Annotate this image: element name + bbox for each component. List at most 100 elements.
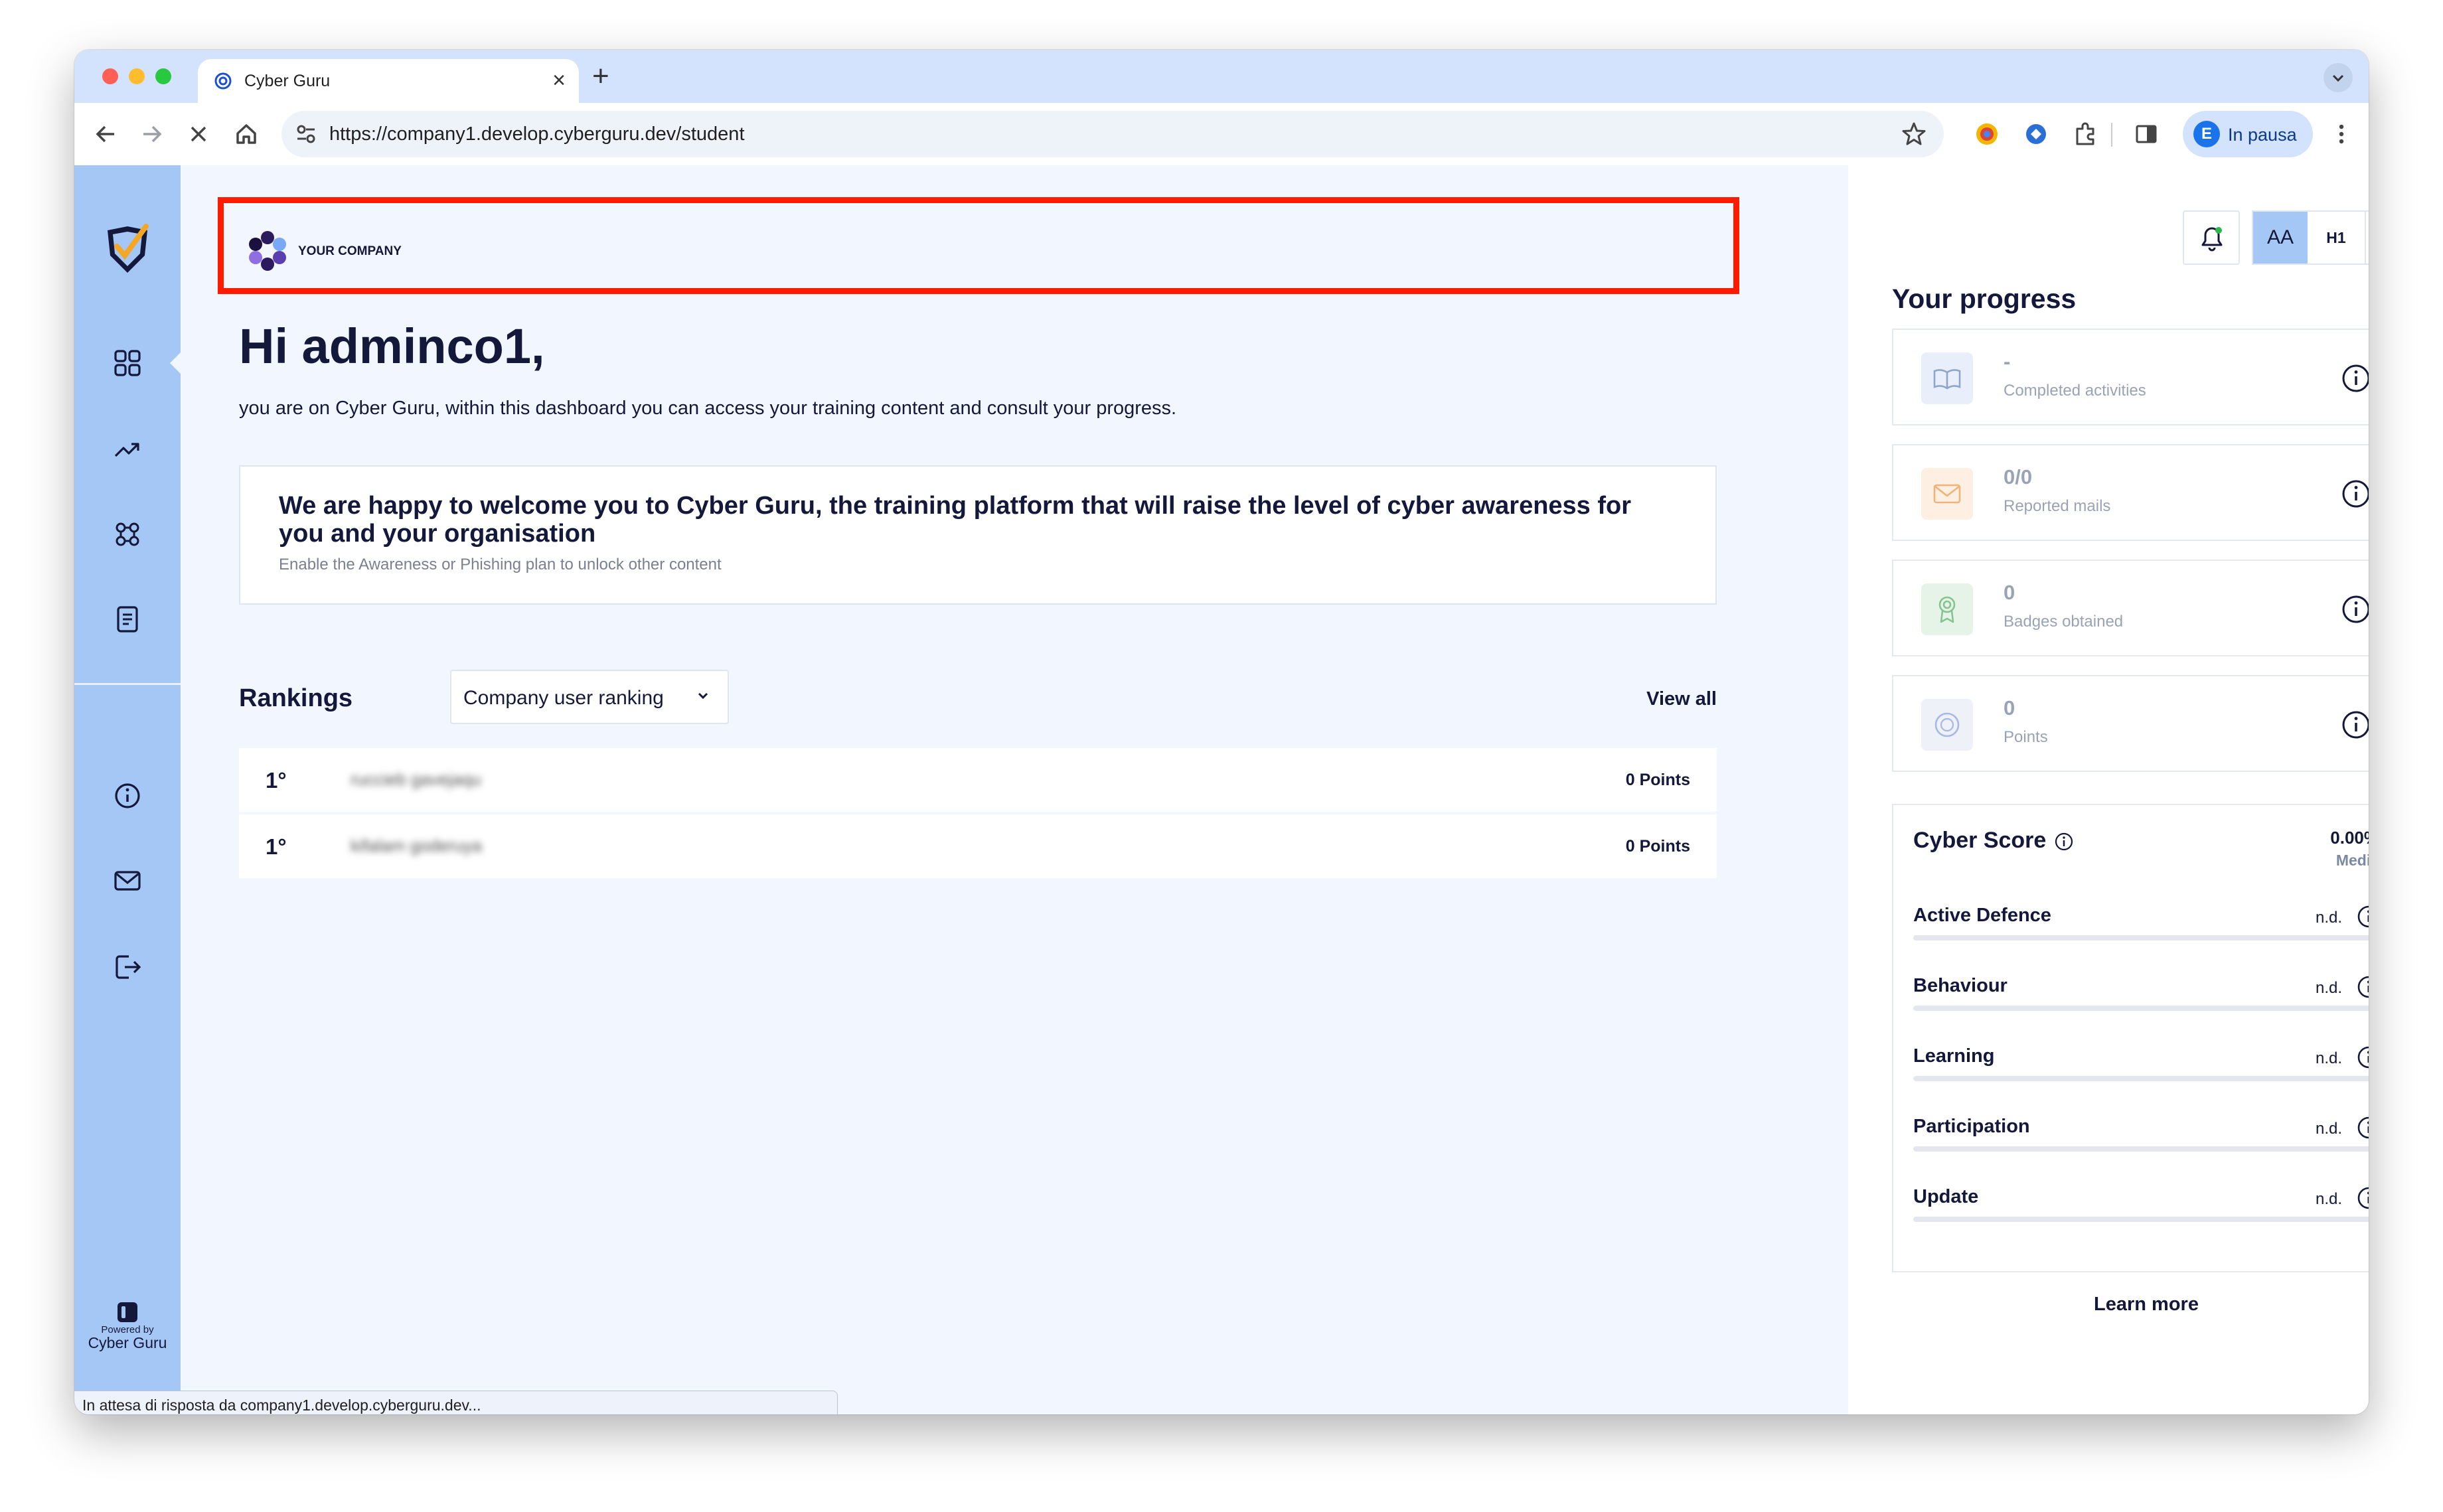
notifications-button[interactable]	[2183, 210, 2240, 265]
metric-behaviour: Behaviour n.d.	[1913, 975, 2369, 1035]
profile-button[interactable]: E In pausa	[2183, 111, 2313, 157]
powered-by-brand: Cyber Guru	[88, 1334, 167, 1351]
close-window-button[interactable]	[102, 68, 118, 84]
metric-progress-bar	[1913, 1006, 2369, 1011]
metric-label: Participation	[1913, 1116, 2030, 1137]
heading-style-button[interactable]: H1	[2308, 212, 2365, 264]
new-tab-button[interactable]: +	[592, 62, 609, 91]
site-info-icon[interactable]	[293, 121, 319, 147]
metric-active-defence: Active Defence n.d.	[1913, 905, 2369, 964]
tab-title: Cyber Guru	[244, 72, 331, 90]
ranking-user-name: kifalam goderuya	[351, 836, 482, 856]
metric-value: n.d.	[2315, 1190, 2342, 1208]
view-all-link[interactable]: View all	[1646, 688, 1717, 710]
browser-tab[interactable]: Cyber Guru ×	[198, 59, 579, 103]
side-panel-icon[interactable]	[2132, 120, 2160, 148]
stat-label: Reported mails	[2004, 497, 2111, 515]
stat-card-reported-mails: 0/0 Reported mails	[1892, 444, 2369, 541]
sidebar: Powered by Cyber Guru	[74, 165, 181, 1414]
trending-icon[interactable]	[112, 433, 143, 465]
bell-icon	[2201, 227, 2223, 252]
dashboard-icon[interactable]	[112, 347, 143, 379]
browser-menu-icon[interactable]	[2327, 120, 2355, 148]
maximize-window-button[interactable]	[155, 68, 171, 84]
forward-icon[interactable]	[135, 117, 169, 151]
ranking-list: 1° ruccieb gavejaqu 0 Points 1° kifalam …	[239, 748, 1717, 881]
ranking-type-select[interactable]: Company user ranking	[450, 670, 729, 724]
stat-value: -	[2004, 350, 2011, 373]
app-content: Powered by Cyber Guru YOUR COMPANY Hi ad…	[74, 165, 2369, 1414]
book-icon	[1921, 352, 1973, 404]
ranking-row: 1° ruccieb gavejaqu 0 Points	[239, 748, 1717, 812]
info-icon[interactable]	[2341, 363, 2369, 394]
document-icon[interactable]	[112, 603, 143, 635]
metric-label: Behaviour	[1913, 975, 2008, 996]
stat-card-completed-activities: - Completed activities	[1892, 329, 2369, 425]
bookmark-star-icon[interactable]	[1900, 120, 1928, 148]
info-icon[interactable]	[2341, 479, 2369, 509]
cyber-guru-favicon-icon	[214, 72, 232, 90]
metric-progress-bar	[1913, 935, 2369, 941]
ranking-row: 1° kifalam goderuya 0 Points	[239, 814, 1717, 878]
metric-value: n.d.	[2315, 909, 2342, 927]
metric-label: Update	[1913, 1186, 1979, 1207]
info-icon[interactable]	[2357, 905, 2369, 929]
metric-value: n.d.	[2315, 979, 2342, 997]
main-content: YOUR COMPANY Hi adminco1, you are on Cyb…	[181, 165, 1848, 1414]
metric-learning: Learning n.d.	[1913, 1045, 2369, 1105]
address-bar[interactable]: https://company1.develop.cyberguru.dev/s…	[281, 111, 1944, 157]
mail-icon[interactable]	[112, 865, 143, 897]
url-text[interactable]: https://company1.develop.cyberguru.dev/s…	[329, 123, 745, 145]
extension-color-icon[interactable]	[1973, 120, 2001, 148]
extension-blue-icon[interactable]	[2022, 120, 2050, 148]
cyber-guru-shield-logo[interactable]	[102, 224, 153, 278]
stop-loading-icon[interactable]	[182, 117, 215, 151]
metric-value: n.d.	[2315, 1120, 2342, 1138]
info-icon[interactable]	[2357, 1045, 2369, 1069]
info-icon[interactable]	[2341, 710, 2369, 740]
stat-label: Badges obtained	[2004, 613, 2124, 631]
learn-more-link[interactable]: Learn more	[1892, 1294, 2369, 1316]
info-icon[interactable]	[2357, 1116, 2369, 1140]
powered-by-label: Powered by Cyber Guru	[74, 1324, 181, 1351]
metric-value: n.d.	[2315, 1049, 2342, 1067]
stat-label: Completed activities	[2004, 382, 2146, 400]
info-icon[interactable]	[2357, 975, 2369, 999]
cyber-score-value: 0.00%	[2330, 828, 2369, 848]
minimize-window-button[interactable]	[129, 68, 145, 84]
sidebar-divider	[74, 683, 181, 685]
logout-icon[interactable]	[112, 951, 143, 983]
cyber-score-title: Cyber Score	[1913, 828, 2047, 853]
metric-update: Update n.d.	[1913, 1186, 2369, 1246]
info-icon[interactable]	[2341, 594, 2369, 625]
info-icon[interactable]	[2357, 1186, 2369, 1210]
home-icon[interactable]	[230, 117, 263, 151]
dashboard-description: you are on Cyber Guru, within this dashb…	[239, 398, 1177, 419]
badges-icon[interactable]	[112, 518, 143, 550]
profile-status-label: In pausa	[2228, 125, 2297, 145]
tab-close-icon[interactable]: ×	[552, 67, 566, 94]
active-item-indicator	[170, 352, 181, 374]
back-icon[interactable]	[89, 117, 122, 151]
info-icon[interactable]	[112, 780, 143, 812]
stat-label: Points	[2004, 728, 2048, 746]
greeting-heading: Hi adminco1,	[239, 319, 545, 374]
chevron-down-icon	[698, 692, 708, 700]
mail-icon	[1921, 468, 1973, 520]
tab-search-button[interactable]	[2324, 63, 2353, 92]
cyber-score-average-label: Media	[2335, 852, 2369, 869]
coin-icon	[1921, 699, 1973, 751]
font-size-button[interactable]: AA	[2253, 212, 2308, 264]
metric-progress-bar	[1913, 1217, 2369, 1222]
browser-status-bar: In attesa di risposta da company1.develo…	[74, 1391, 838, 1414]
info-icon[interactable]	[2054, 832, 2074, 852]
accessibility-controls: AA H1	[2252, 210, 2369, 265]
badge-icon	[1921, 583, 1973, 635]
stat-value: 0	[2004, 696, 2015, 719]
welcome-title: We are happy to welcome you to Cyber Gur…	[279, 492, 1632, 548]
ranking-position: 1°	[266, 768, 287, 793]
accessibility-dropdown-button[interactable]	[2365, 212, 2369, 264]
extensions-puzzle-icon[interactable]	[2071, 120, 2099, 148]
theme-toggle-icon[interactable]	[116, 1300, 139, 1324]
ranking-position: 1°	[266, 834, 287, 859]
